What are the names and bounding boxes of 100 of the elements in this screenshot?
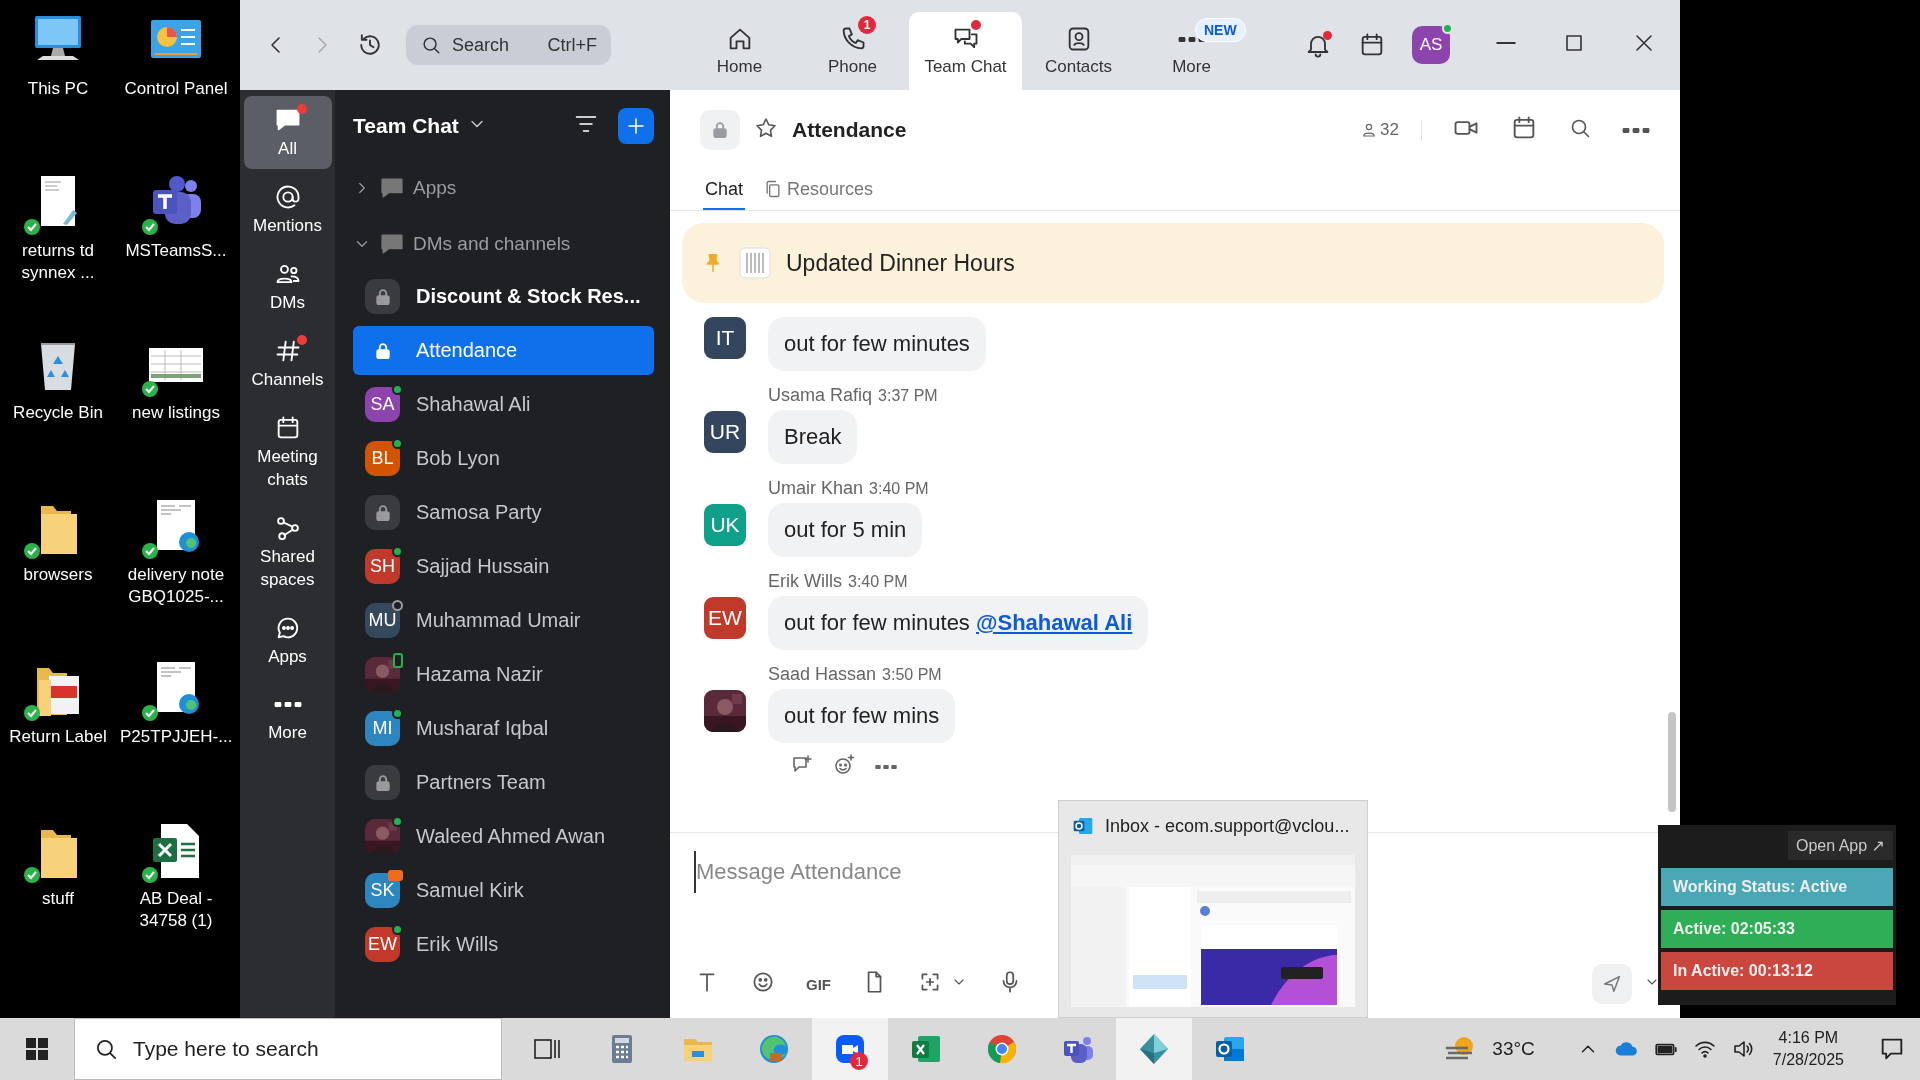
- desktop-icon-label[interactable]: browsers: [23, 564, 93, 587]
- window-preview[interactable]: Inbox - ecom.support@vclou...: [1058, 800, 1368, 1018]
- more-icon: [1622, 127, 1650, 133]
- minimize-icon: [1496, 41, 1516, 45]
- avatar: EW: [365, 927, 400, 962]
- channel-tab[interactable]: Chat: [703, 170, 746, 210]
- message-time: 3:37 PM: [878, 387, 938, 405]
- chat-list-item[interactable]: BL Bob Lyon: [353, 434, 654, 483]
- sidebar-item[interactable]: All: [243, 96, 332, 169]
- sidebar-item[interactable]: Mentions: [243, 172, 332, 246]
- star-icon: [754, 116, 778, 140]
- open-app-button[interactable]: Open App ↗: [1787, 831, 1893, 860]
- sidebar-item[interactable]: More: [243, 680, 332, 754]
- search-field[interactable]: Search Ctrl+F: [406, 25, 611, 65]
- chat-list-item[interactable]: Samosa Party: [353, 488, 654, 537]
- scrollbar-thumb[interactable]: [1668, 712, 1676, 812]
- sidebar-item[interactable]: Apps: [243, 603, 332, 677]
- chat-bubble-icon: [379, 231, 405, 257]
- shortcut-hint: Ctrl+F: [547, 34, 597, 56]
- chat-list-item[interactable]: Hazama Nazir: [353, 650, 654, 699]
- new-chat-button[interactable]: [618, 108, 654, 144]
- message-bubble: out for 5 min: [768, 503, 923, 557]
- windows-start-icon[interactable]: [25, 1037, 49, 1061]
- chat-bubble-icon: [379, 175, 405, 201]
- nav-tab[interactable]: Contacts: [1022, 12, 1135, 90]
- avatar: UR: [704, 411, 746, 453]
- desktop-icon-label[interactable]: stuff: [42, 888, 74, 911]
- message-bubble: out for few mins: [768, 689, 956, 743]
- message-time: 3:40 PM: [848, 573, 908, 591]
- avatar: MU: [365, 603, 400, 638]
- chat-list-item[interactable]: EW Erik Wills: [353, 920, 654, 969]
- sender-name: Umair Khan: [768, 478, 864, 499]
- desktop-icon-label[interactable]: This PC: [27, 78, 89, 101]
- chat-list-item[interactable]: MU Muhammad Umair: [353, 596, 654, 645]
- sidebar-item[interactable]: DMs: [243, 249, 332, 323]
- clock[interactable]: 4:16 PM 7/28/2025: [1772, 1026, 1844, 1072]
- desktop-icon-label[interactable]: Recycle Bin: [13, 402, 103, 425]
- message-bubble: out for few minutes: [768, 317, 986, 371]
- message-time: 3:50 PM: [882, 666, 942, 684]
- sidebar-item[interactable]: Meeting chats: [243, 403, 332, 500]
- desktop-icon-label[interactable]: MSTeamsS...: [125, 240, 227, 263]
- profile-avatar[interactable]: AS: [1412, 26, 1450, 64]
- preview-title: Inbox - ecom.support@vclou...: [1105, 815, 1350, 837]
- chat-list-item[interactable]: Waleed Ahmed Awan: [353, 812, 654, 861]
- more-icon: [273, 701, 302, 707]
- avatar: EW: [704, 597, 746, 639]
- section-header[interactable]: DMs and channels: [353, 216, 654, 272]
- send-icon: [1601, 973, 1623, 995]
- sender-name: Erik Wills: [768, 571, 842, 592]
- sender-name: Saad Hassan: [768, 664, 877, 685]
- desktop-icon-label[interactable]: returns td synnex ...: [2, 240, 114, 285]
- taskbar-search-field[interactable]: Type here to search: [74, 1018, 502, 1080]
- chat-list-item[interactable]: Attendance: [353, 326, 654, 375]
- count-badge: 1: [858, 16, 876, 34]
- chat-list-item[interactable]: SK Samuel Kirk: [353, 866, 654, 915]
- chat-list-item[interactable]: SH Sajjad Hussain: [353, 542, 654, 591]
- desktop-icon-label[interactable]: new listings: [132, 402, 220, 425]
- channel-tab[interactable]: Resources: [761, 170, 876, 210]
- status-bar: Working Status: Active: [1661, 868, 1893, 906]
- nav-tab[interactable]: Home: [683, 12, 796, 90]
- desktop-icon-label[interactable]: Control Panel: [124, 78, 228, 101]
- sidebar-item[interactable]: Channels: [243, 326, 332, 400]
- message-time: 3:40 PM: [869, 480, 929, 498]
- document-icon: [738, 246, 772, 280]
- message-bubble: Break: [768, 410, 858, 464]
- members-button[interactable]: 32: [1360, 120, 1422, 140]
- avatar: IT: [704, 317, 746, 359]
- chat-list-item[interactable]: MI Musharaf Iqbal: [353, 704, 654, 753]
- search-icon: [420, 34, 442, 56]
- mention-link[interactable]: @Shahawal Ali: [976, 610, 1133, 635]
- message-bubble: out for few minutes @Shahawal Ali: [768, 596, 1149, 650]
- desktop-icon-label[interactable]: Return Label: [9, 726, 107, 749]
- more-button[interactable]: [1622, 127, 1650, 133]
- chat-list-item[interactable]: Discount & Stock Res...: [353, 272, 654, 321]
- emoji-icon: [832, 753, 856, 777]
- sidebar-item[interactable]: Shared spaces: [243, 503, 332, 600]
- nav-tab[interactable]: NEW More: [1135, 12, 1248, 90]
- avatar: MI: [365, 711, 400, 746]
- channel-title: Attendance: [792, 118, 907, 142]
- panel-title: Team Chat: [353, 114, 459, 138]
- status-bar: Active: 02:05:33: [1661, 910, 1893, 948]
- nav-tab[interactable]: 1 Phone: [796, 12, 909, 90]
- desktop-icon-label[interactable]: delivery note GBQ1025-...: [120, 564, 232, 609]
- temperature[interactable]: 33°C: [1492, 1038, 1535, 1060]
- avatar: UK: [704, 504, 746, 546]
- avatar: SK: [365, 873, 400, 908]
- new-badge: NEW: [1195, 18, 1246, 42]
- send-button[interactable]: [1592, 964, 1632, 1004]
- desktop-icon-label[interactable]: P25TPJJEH-...: [120, 726, 232, 749]
- desktop-icon-label[interactable]: AB Deal - 34758 (1): [120, 888, 232, 933]
- avatar: SH: [365, 549, 400, 584]
- chat-list-item[interactable]: Partners Team: [353, 758, 654, 807]
- avatar: BL: [365, 441, 400, 476]
- section-header[interactable]: Apps: [353, 160, 654, 216]
- chat-list-item[interactable]: SA Shahawal Ali: [353, 380, 654, 429]
- gif-button[interactable]: GIF: [806, 975, 831, 993]
- pinned-banner[interactable]: Updated Dinner Hours: [682, 223, 1664, 303]
- avatar: SA: [365, 387, 400, 422]
- count-badge: 1: [850, 1052, 868, 1070]
- nav-tab[interactable]: Team Chat: [909, 12, 1022, 90]
